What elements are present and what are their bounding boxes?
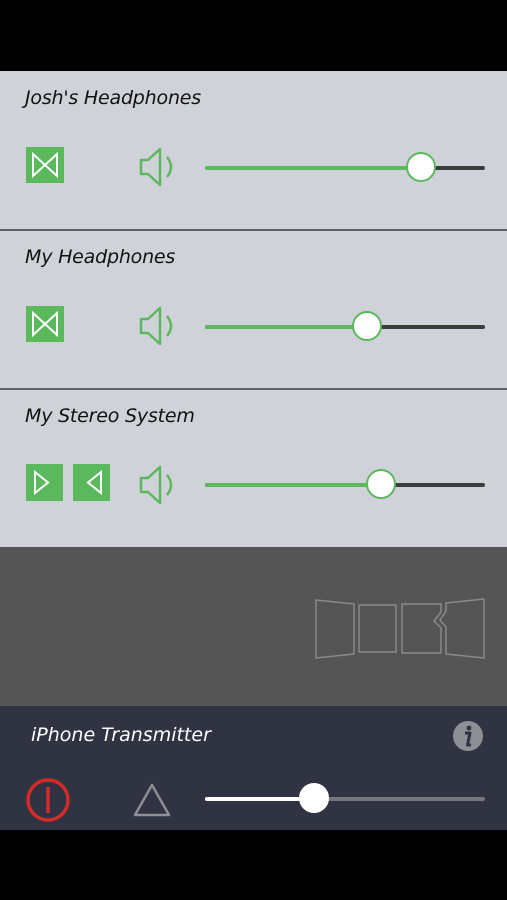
slider-fill: [205, 166, 421, 170]
transmitter-name: iPhone Transmitter: [31, 724, 211, 746]
transmitter-volume-slider[interactable]: [205, 783, 485, 813]
device-name: My Stereo System: [25, 405, 195, 427]
slider-thumb[interactable]: [352, 311, 383, 341]
slider-thumb[interactable]: [299, 783, 330, 813]
device-panel-1: Josh's Headphones: [0, 71, 507, 229]
slider-thumb[interactable]: [366, 469, 397, 499]
triangle-icon[interactable]: [132, 782, 172, 822]
power-icon[interactable]: [25, 777, 71, 827]
slider-thumb[interactable]: [405, 152, 436, 182]
slider-fill: [205, 797, 315, 801]
device-name: My Headphones: [25, 246, 176, 268]
play-right-icon[interactable]: [73, 464, 110, 505]
panels-logo: [313, 597, 487, 665]
speaker-icon[interactable]: [138, 463, 178, 511]
speaker-icon[interactable]: [138, 304, 178, 352]
volume-slider[interactable]: [205, 311, 485, 341]
slider-fill: [205, 483, 382, 487]
bowtie-icon[interactable]: [26, 306, 64, 346]
device-name: Josh's Headphones: [25, 87, 201, 109]
volume-slider[interactable]: [205, 152, 485, 182]
device-panel-3: My Stereo System: [0, 390, 507, 547]
play-left-icon[interactable]: [26, 464, 63, 505]
empty-area: [0, 547, 507, 706]
speaker-icon[interactable]: [138, 145, 178, 193]
transmitter-bar: iPhone Transmitter: [0, 706, 507, 830]
volume-slider[interactable]: [205, 469, 485, 499]
device-panel-2: My Headphones: [0, 231, 507, 388]
slider-fill: [205, 325, 368, 329]
bowtie-icon[interactable]: [26, 147, 64, 187]
info-icon[interactable]: [452, 720, 484, 756]
